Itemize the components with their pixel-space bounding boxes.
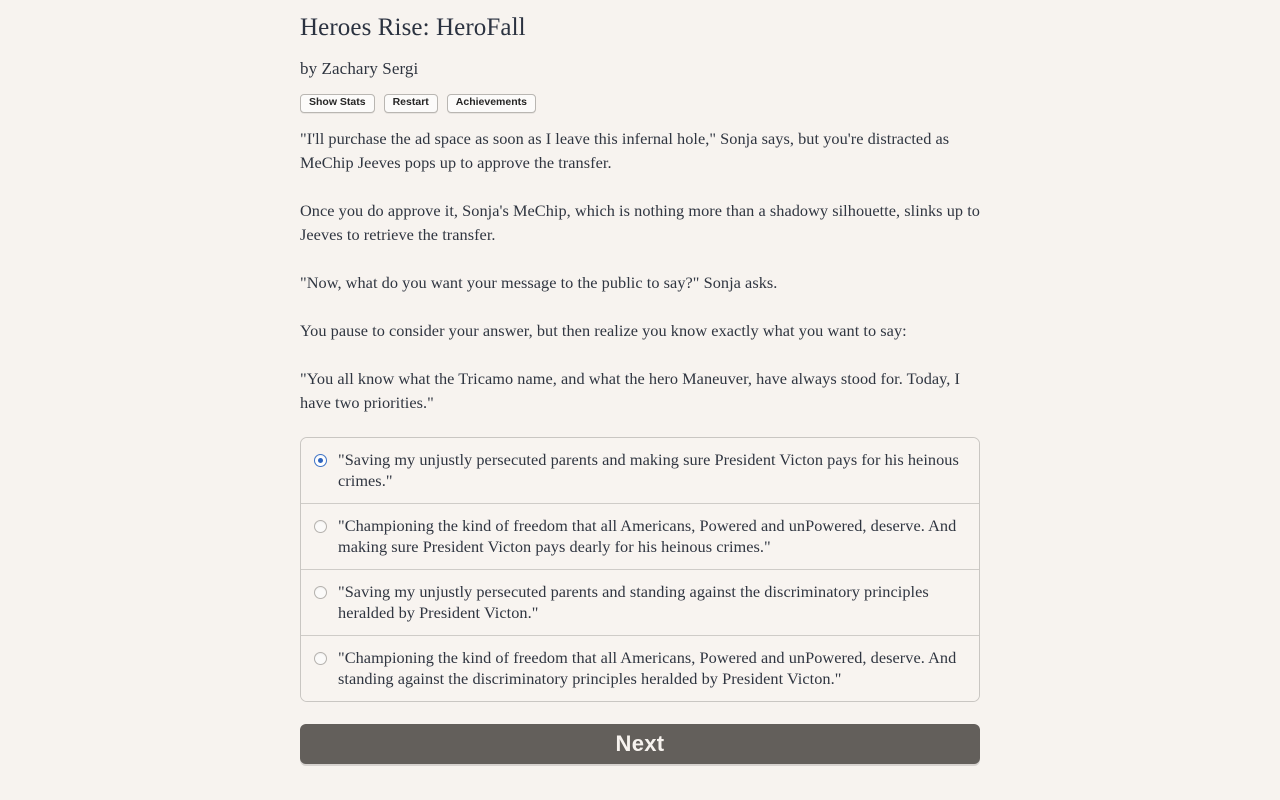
next-button[interactable]: Next xyxy=(300,723,980,764)
radio-unselected-icon[interactable] xyxy=(314,519,327,533)
choice-option[interactable]: "Championing the kind of freedom that al… xyxy=(301,502,979,569)
choice-option[interactable]: "Saving my unjustly persecuted parents a… xyxy=(301,437,979,503)
radio-unselected-icon[interactable] xyxy=(314,585,327,599)
story-paragraph: Once you do approve it, Sonja's MeChip, … xyxy=(300,200,980,244)
choice-option-label: "Championing the kind of freedom that al… xyxy=(338,647,957,688)
story-paragraph: "I'll purchase the ad space as soon as I… xyxy=(300,128,950,172)
radio-unselected-icon[interactable] xyxy=(314,651,327,665)
radio-selected-icon[interactable] xyxy=(314,453,327,467)
toolbar: Show Stats Restart Achievements xyxy=(300,79,980,113)
choice-option-label: "Saving my unjustly persecuted parents a… xyxy=(338,449,959,490)
page-title: Heroes Rise: HeroFall xyxy=(300,14,526,41)
restart-button[interactable]: Restart xyxy=(383,93,438,113)
story-paragraph: "You all know what the Tricamo name, and… xyxy=(300,368,961,412)
choice-option-label: "Championing the kind of freedom that al… xyxy=(338,515,957,556)
choice-option-label: "Saving my unjustly persecuted parents a… xyxy=(338,581,929,622)
game-page: Heroes Rise: HeroFall by Zachary Sergi S… xyxy=(300,0,980,764)
story-paragraph: "Now, what do you want your message to t… xyxy=(300,272,778,292)
story-text: "I'll purchase the ad space as soon as I… xyxy=(300,113,980,415)
achievements-button[interactable]: Achievements xyxy=(446,93,536,113)
choice-option[interactable]: "Championing the kind of freedom that al… xyxy=(301,634,979,701)
game-app: Heroes Rise: HeroFall by Zachary Sergi S… xyxy=(0,0,1280,800)
choice-option[interactable]: "Saving my unjustly persecuted parents a… xyxy=(301,568,979,635)
author-byline: by Zachary Sergi xyxy=(300,58,419,78)
story-paragraph: You pause to consider your answer, but t… xyxy=(300,320,907,340)
choice-list[interactable]: "Saving my unjustly persecuted parents a… xyxy=(300,436,980,702)
show-stats-button[interactable]: Show Stats xyxy=(300,93,375,113)
